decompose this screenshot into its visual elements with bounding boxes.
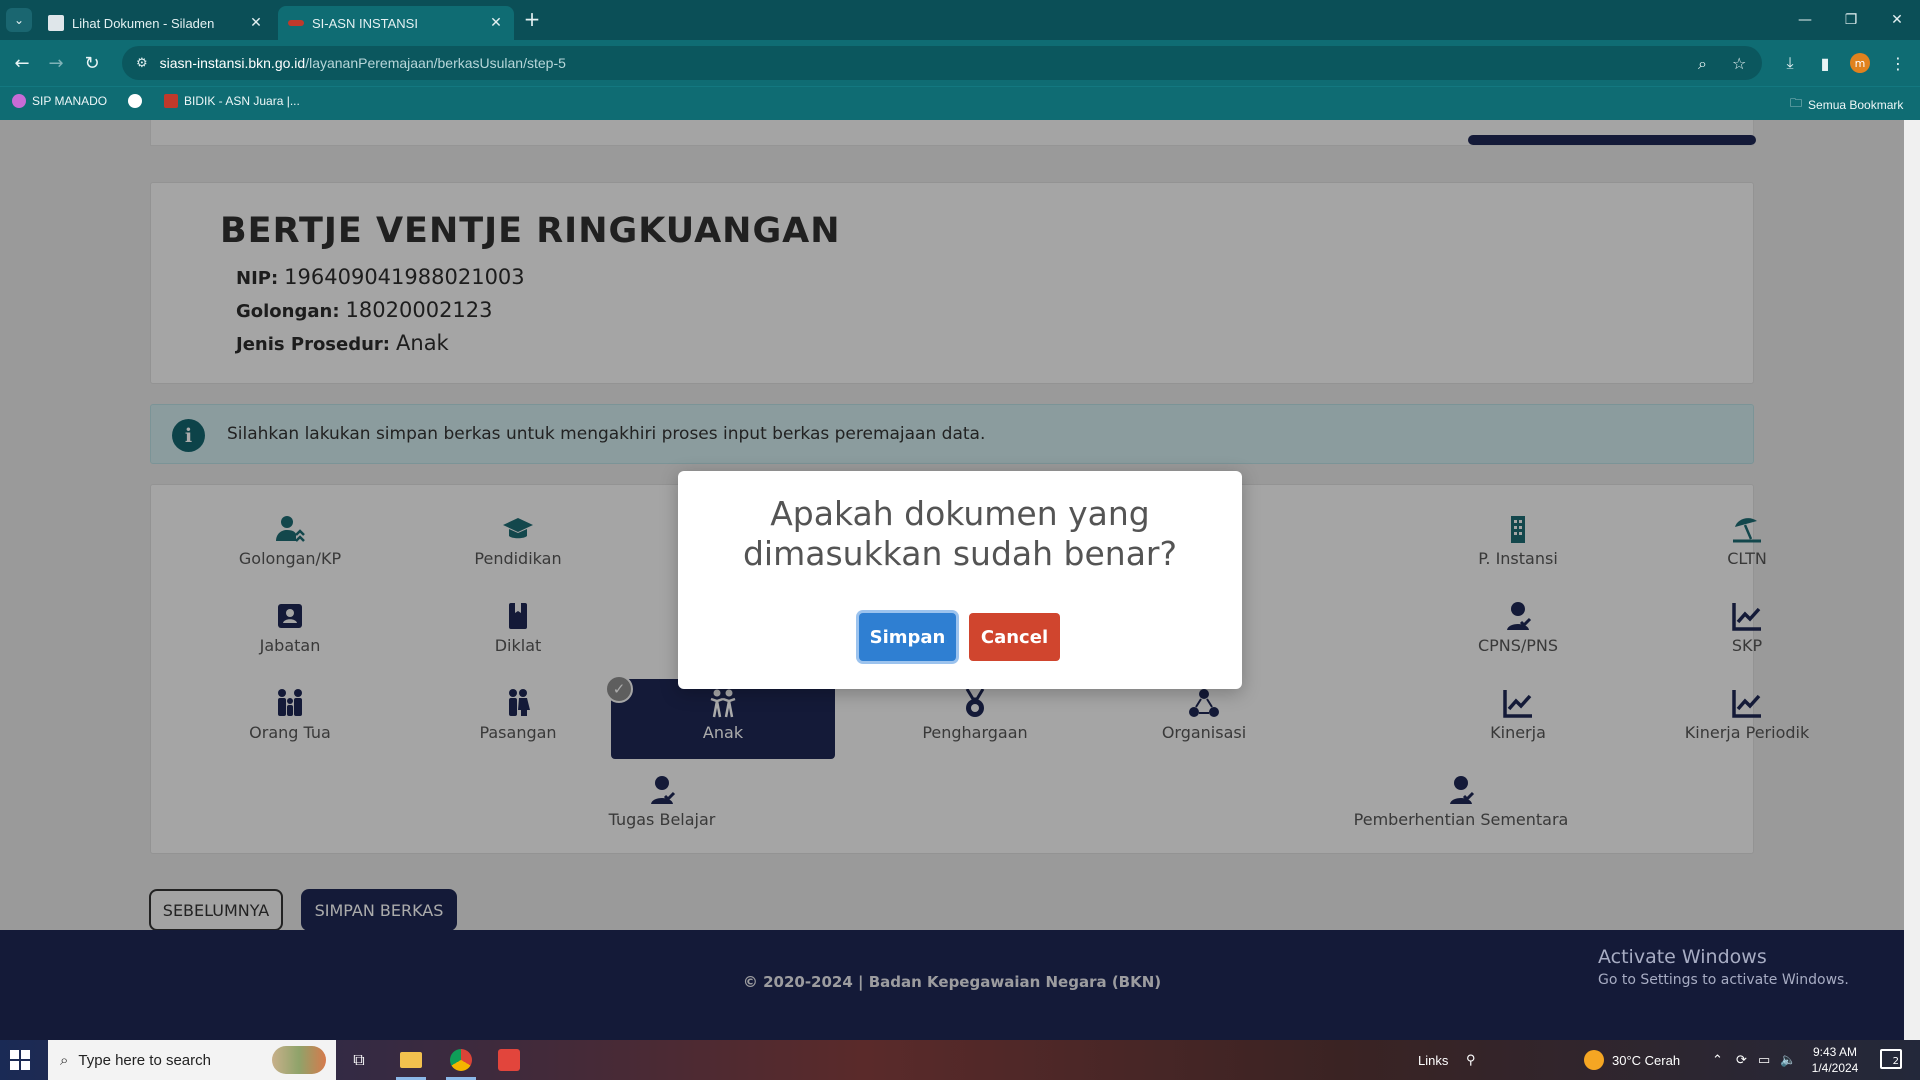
cancel-button[interactable]: Cancel: [969, 613, 1060, 661]
globe-favicon-icon: [128, 94, 142, 108]
scrollbar[interactable]: [1904, 120, 1920, 1040]
tab-search-button[interactable]: ⌄: [6, 8, 32, 32]
task-view-icon[interactable]: ⧉: [336, 1040, 382, 1080]
download-icon[interactable]: ⤓: [1778, 51, 1802, 75]
links-toolbar[interactable]: Links: [1418, 1040, 1448, 1080]
side-panel-icon[interactable]: ▮: [1813, 51, 1837, 75]
all-bookmarks[interactable]: 🗀 Semua Bookmark: [1790, 94, 1903, 115]
browser-tab-bar: ⌄ Lihat Dokumen - Siladen ✕ SI-ASN INSTA…: [0, 0, 1920, 40]
close-icon[interactable]: ✕: [488, 15, 504, 31]
bookmark-sip-manado[interactable]: SIP MANADO: [12, 94, 107, 108]
taskbar-clock[interactable]: 9:43 AM 1/4/2024: [1800, 1044, 1870, 1076]
search-icon: ⌕: [60, 1051, 69, 1069]
browser-toolbar: ← → ↻ ⚙ siasn-instansi.bkn.go.id /layana…: [0, 40, 1920, 86]
watermark-subtitle: Go to Settings to activate Windows.: [1598, 972, 1849, 988]
folder-icon: 🗀: [1790, 96, 1803, 110]
weather-sun-icon: [1584, 1050, 1604, 1070]
file-explorer-icon[interactable]: [388, 1040, 434, 1080]
weather-text: 30°C Cerah: [1612, 1052, 1681, 1068]
bkn-favicon-icon: [288, 20, 304, 26]
bookmark-bidik[interactable]: BIDIK - ASN Juara |...: [164, 94, 300, 108]
bookmark-label: BIDIK - ASN Juara |...: [184, 94, 300, 108]
network-icon[interactable]: ▭: [1758, 1040, 1770, 1080]
restore-icon[interactable]: ❐: [1828, 0, 1874, 40]
windows-start-icon[interactable]: [10, 1050, 30, 1070]
address-bar[interactable]: ⚙ siasn-instansi.bkn.go.id /layananPerem…: [122, 46, 1762, 80]
clock-date: 1/4/2024: [1811, 1061, 1859, 1075]
watermark-title: Activate Windows: [1598, 946, 1767, 968]
anydesk-icon[interactable]: [486, 1040, 532, 1080]
taskbar-search[interactable]: ⌕ Type here to search: [48, 1040, 336, 1080]
new-tab-button[interactable]: +: [520, 8, 544, 32]
reload-icon[interactable]: ↻: [80, 51, 104, 75]
document-favicon-icon: [48, 15, 64, 31]
search-placeholder: Type here to search: [78, 1051, 211, 1069]
tab-title: Lihat Dokumen - Siladen: [72, 15, 215, 31]
forward-arrow-icon[interactable]: →: [44, 51, 68, 75]
tab-title: SI-ASN INSTANSI: [312, 15, 418, 31]
people-icon[interactable]: ⚲: [1466, 1040, 1476, 1080]
minimize-icon[interactable]: —: [1782, 0, 1828, 40]
bookmark-label: SIP MANADO: [32, 94, 108, 108]
back-arrow-icon[interactable]: ←: [10, 51, 34, 75]
volume-icon[interactable]: 🔈: [1780, 1040, 1796, 1080]
bookmarks-bar: SIP MANADO BIDIK - ASN Juara |... 🗀 Semu…: [0, 86, 1920, 120]
bookmark-label: Semua Bookmark: [1808, 97, 1904, 112]
profile-avatar[interactable]: m: [1850, 53, 1870, 73]
dialog-question: Apakah dokumen yang dimasukkan sudah ben…: [742, 494, 1177, 573]
url-host: siasn-instansi.bkn.go.id: [159, 55, 306, 71]
simpan-button[interactable]: Simpan: [859, 613, 956, 661]
weather-widget[interactable]: 30°C Cerah: [1584, 1040, 1680, 1080]
site-settings-icon[interactable]: ⚙: [136, 56, 148, 71]
bidik-favicon-icon: [164, 94, 178, 108]
close-icon[interactable]: ✕: [248, 15, 264, 31]
taskbar: ⌕ Type here to search ⧉ Links ⚲ 30°C Cer…: [0, 1040, 1920, 1080]
url-path: /layananPeremajaan/berkasUsulan/step-5: [305, 55, 566, 71]
globe-icon[interactable]: [128, 94, 148, 108]
search-highlight-image: [272, 1046, 326, 1074]
confirm-dialog: Apakah dokumen yang dimasukkan sudah ben…: [678, 471, 1242, 689]
activate-windows-watermark: Activate Windows Go to Settings to activ…: [1598, 946, 1849, 988]
notification-icon[interactable]: 2: [1880, 1049, 1902, 1069]
zoom-icon[interactable]: ⌕: [1698, 54, 1707, 74]
tab-siasn-instansi[interactable]: SI-ASN INSTANSI ✕: [278, 6, 514, 40]
chrome-icon[interactable]: [438, 1040, 484, 1080]
more-menu-icon[interactable]: ⋮: [1886, 51, 1910, 75]
tray-sync-icon[interactable]: ⟳: [1736, 1040, 1747, 1080]
window-close-icon[interactable]: ✕: [1874, 0, 1920, 40]
bookmark-star-icon[interactable]: ☆: [1732, 54, 1746, 73]
tab-lihat-dokumen[interactable]: Lihat Dokumen - Siladen ✕: [38, 6, 274, 40]
clock-time: 9:43 AM: [1812, 1045, 1858, 1059]
tray-chevron-icon[interactable]: ⌃: [1712, 1040, 1723, 1080]
sip-favicon-icon: [12, 94, 26, 108]
